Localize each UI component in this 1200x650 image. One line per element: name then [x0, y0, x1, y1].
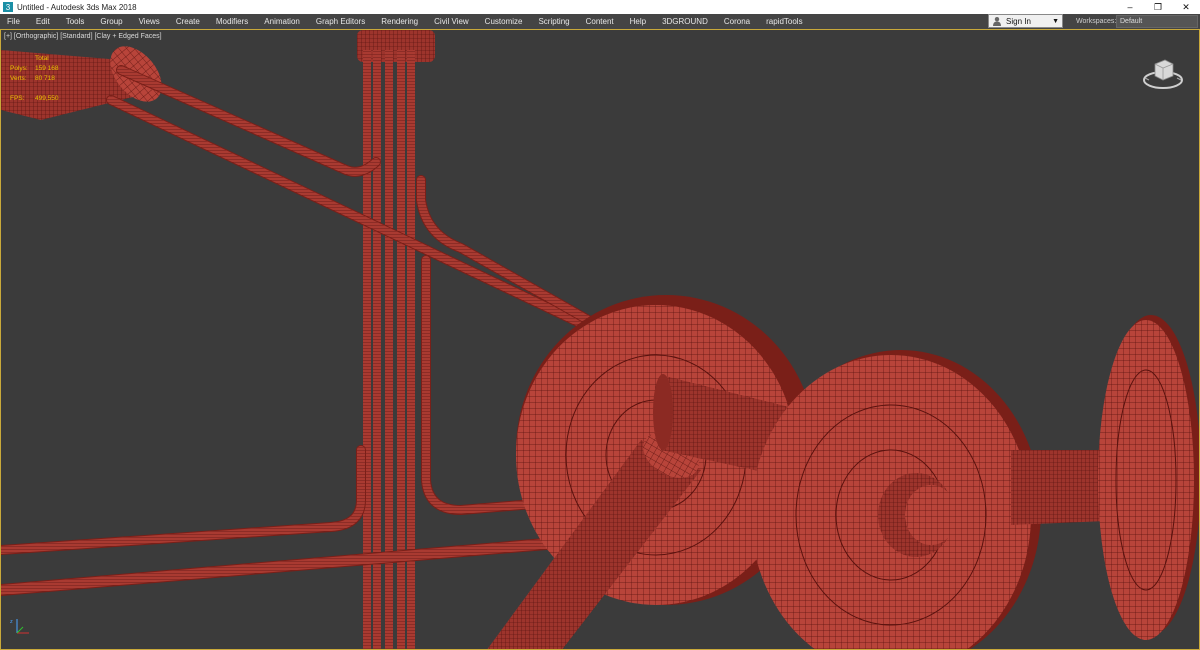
menu-content[interactable]: Content [578, 14, 622, 29]
polys-label: Polys: [10, 65, 28, 72]
menu-create[interactable]: Create [168, 14, 208, 29]
workspaces-select[interactable]: Default [1116, 15, 1198, 28]
statistics-overlay: Total Polys: 159 168 Verts: 80 718 FPS: 499… [10, 54, 59, 104]
user-icon [993, 17, 1001, 26]
menu-tools[interactable]: Tools [58, 14, 93, 29]
menu-scripting[interactable]: Scripting [530, 14, 577, 29]
fps-value: 499,550 [35, 95, 59, 102]
sign-in-label: Sign In [1006, 16, 1031, 26]
restore-button[interactable]: ❐ [1144, 0, 1172, 14]
menu-help[interactable]: Help [622, 14, 654, 29]
fps-label: FPS: [10, 95, 25, 102]
viewport-scene [1, 30, 1199, 649]
right-disc [1098, 315, 1199, 640]
title-bar: 3 Untitled - Autodesk 3ds Max 2018 – ❐ ✕ [0, 0, 1200, 14]
3dsmax-icon: 3 [3, 2, 13, 12]
window-controls: – ❐ ✕ [1116, 0, 1200, 14]
menu-rapidtools[interactable]: rapidTools [758, 14, 810, 29]
axis-tripod-icon: z [10, 619, 29, 634]
svg-text:z: z [10, 619, 13, 625]
menu-edit[interactable]: Edit [28, 14, 58, 29]
polys-value: 159 168 [35, 65, 59, 72]
sign-in-dropdown[interactable]: Sign In ▼ [988, 14, 1063, 28]
svg-text:3: 3 [6, 3, 11, 12]
menu-group[interactable]: Group [92, 14, 130, 29]
verts-value: 80 718 [35, 75, 55, 82]
workspaces-label: Workspaces: [1076, 18, 1117, 25]
close-button[interactable]: ✕ [1172, 0, 1200, 14]
menu-3dground[interactable]: 3DGROUND [654, 14, 716, 29]
menu-graph-editors[interactable]: Graph Editors [308, 14, 373, 29]
window-title: Untitled - Autodesk 3ds Max 2018 [17, 2, 137, 12]
menu-rendering[interactable]: Rendering [373, 14, 426, 29]
menu-modifiers[interactable]: Modifiers [208, 14, 256, 29]
menu-customize[interactable]: Customize [477, 14, 531, 29]
menu-file[interactable]: File [0, 14, 28, 29]
menu-animation[interactable]: Animation [256, 14, 308, 29]
menu-civil-view[interactable]: Civil View [426, 14, 477, 29]
viewport-label[interactable]: [+] [Orthographic] [Standard] [Clay + Ed… [4, 33, 162, 40]
verts-label: Verts: [10, 75, 27, 82]
menu-views[interactable]: Views [131, 14, 168, 29]
minimize-button[interactable]: – [1116, 0, 1144, 14]
viewcube-icon[interactable] [1141, 50, 1185, 90]
chevron-down-icon: ▼ [1052, 18, 1059, 25]
menu-corona[interactable]: Corona [716, 14, 758, 29]
stats-header: Total [35, 55, 49, 62]
perspective-viewport[interactable]: [+] [Orthographic] [Standard] [Clay + Ed… [0, 29, 1200, 650]
